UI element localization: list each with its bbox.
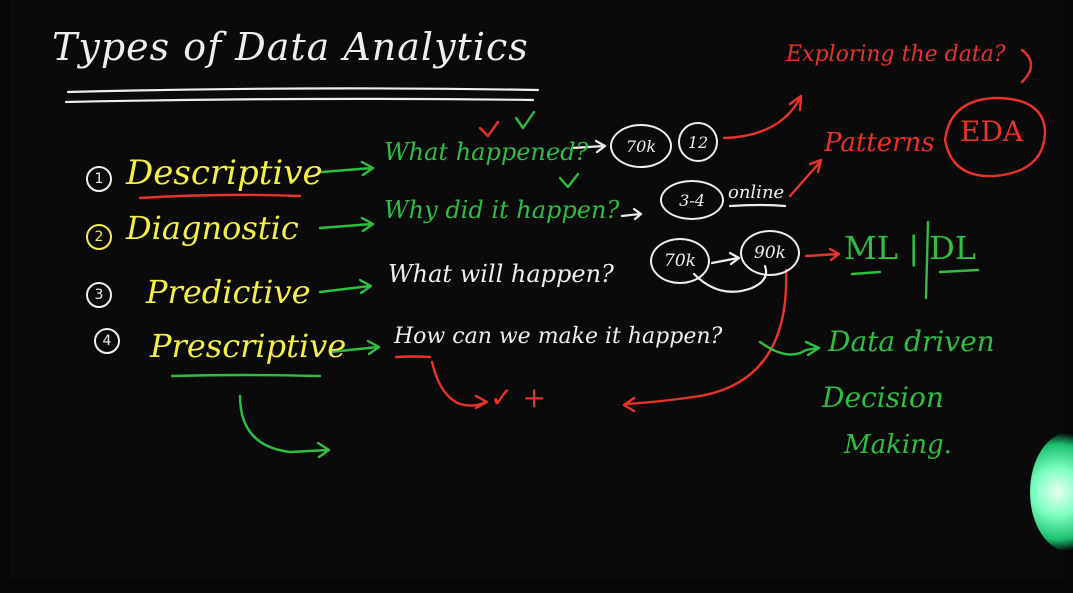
question-prescriptive: How can we make it happen? <box>394 324 723 349</box>
item-number-2: 2 <box>86 224 112 250</box>
arrow-diagnostic <box>318 216 375 233</box>
descriptive-underline <box>138 193 302 200</box>
prescriptive-underline <box>170 373 322 378</box>
question-diagnostic: Why did it happen? <box>384 196 620 224</box>
note-online: online <box>728 182 785 203</box>
title-underline-2 <box>64 97 535 104</box>
how-underline <box>394 355 432 359</box>
question-descriptive: What happened? <box>384 138 589 166</box>
circle-90k: 90k <box>740 230 800 276</box>
page-title: Types of Data Analytics <box>52 25 529 69</box>
circle-70k: 70k <box>610 124 672 168</box>
item-number-1: 1 <box>86 166 112 192</box>
bracket-exploring <box>1020 48 1033 84</box>
arrow-to-ml <box>804 247 841 262</box>
circle-3-4: 3-4 <box>660 180 724 220</box>
arrow-to-patterns <box>788 158 823 198</box>
note-making: Making. <box>844 430 952 460</box>
arrow-predictive <box>318 278 373 295</box>
arrow-hook <box>238 394 331 459</box>
note-eda: EDA <box>960 115 1024 148</box>
type-diagnostic: Diagnostic <box>126 209 299 247</box>
arrow-descriptive <box>320 160 375 177</box>
note-check-plus: ✓ + <box>490 381 546 414</box>
circle-12: 12 <box>678 122 718 162</box>
title-underline-1 <box>66 87 540 94</box>
note-patterns: Patterns <box>824 128 935 158</box>
note-exploring: Exploring the data? <box>786 42 1006 67</box>
note-data-driven: Data driven <box>828 325 995 358</box>
type-predictive: Predictive <box>146 273 311 311</box>
check-1 <box>478 120 500 138</box>
arrow-70k-90k <box>710 251 741 266</box>
item-number-4: 4 <box>94 328 120 354</box>
arrow-why <box>620 207 643 221</box>
online-underline <box>728 203 787 208</box>
dl-underline <box>938 268 980 274</box>
arrow-to-exploring <box>722 94 803 140</box>
ml-underline <box>850 270 882 276</box>
type-prescriptive: Prescriptive <box>150 327 347 365</box>
question-predictive: What will happen? <box>388 260 614 288</box>
item-number-3: 3 <box>86 282 112 308</box>
arrow-how-down <box>430 360 489 410</box>
type-descriptive: Descriptive <box>126 153 323 193</box>
check-2 <box>514 110 536 130</box>
whiteboard-page: Types of Data Analytics 1 2 3 4 Descript… <box>0 0 1073 593</box>
note-ml-dl: ML | DL <box>844 229 977 267</box>
note-decision: Decision <box>822 381 944 414</box>
check-3 <box>558 172 580 189</box>
circle-70k-predictive: 70k <box>650 238 710 284</box>
